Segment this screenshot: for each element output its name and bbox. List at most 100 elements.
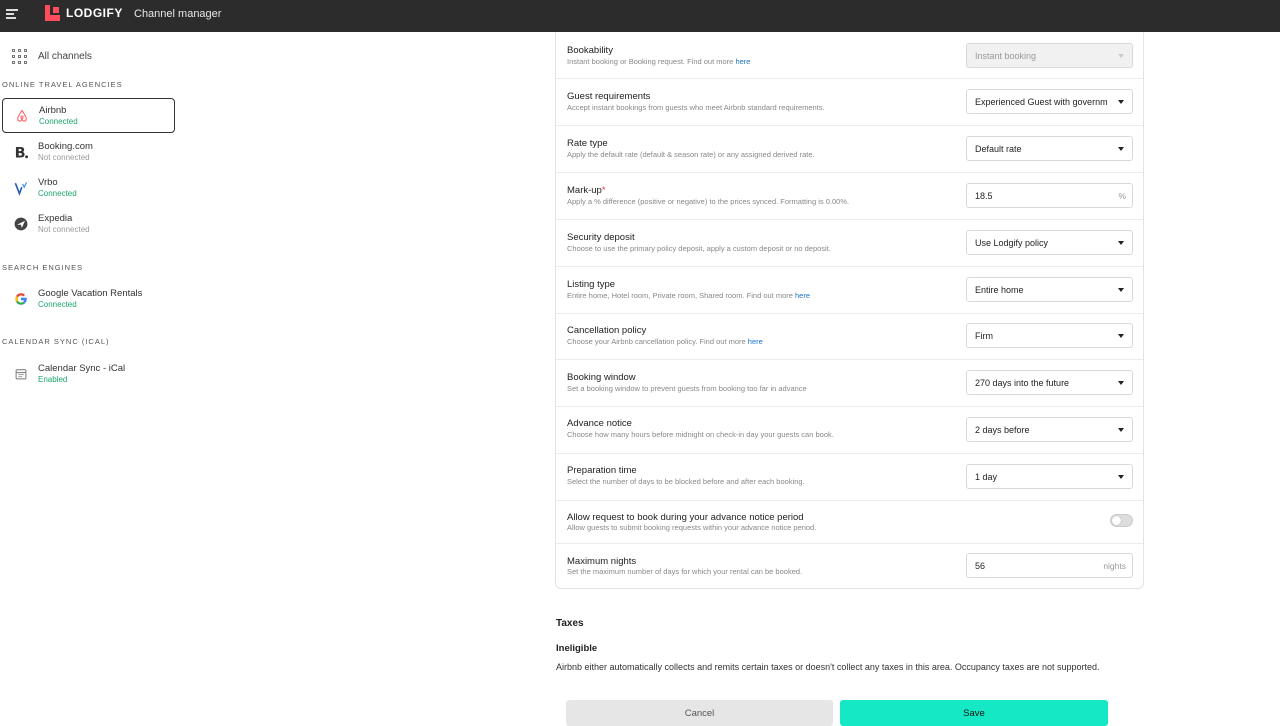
select-value: Firm xyxy=(975,330,993,341)
calendar-icon xyxy=(11,364,31,384)
page-title: Channel manager xyxy=(134,8,222,20)
required-mark: * xyxy=(601,185,606,196)
allow-request-toggle[interactable] xyxy=(1110,514,1133,527)
find-out-more-link[interactable]: here xyxy=(735,57,750,66)
channel-status: Connected xyxy=(39,116,78,126)
setting-description: Apply the default rate (default & season… xyxy=(567,150,815,159)
airbnb-icon xyxy=(12,106,32,126)
sidebar-item-expedia[interactable]: Expedia Not connected xyxy=(2,206,175,241)
chevron-down-icon xyxy=(1118,288,1124,292)
section-title-search: SEARCH ENGINES xyxy=(2,263,84,272)
setting-row-allow-request: Allow request to book during your advanc… xyxy=(556,501,1143,544)
setting-description: Choose how many hours before midnight on… xyxy=(567,430,834,439)
select-value: 270 days into the future xyxy=(975,377,1070,388)
setting-title: Allow request to book during your advanc… xyxy=(567,512,804,523)
chevron-down-icon xyxy=(1118,428,1124,432)
listing-type-select[interactable]: Entire home xyxy=(966,277,1133,302)
chevron-down-icon xyxy=(1118,334,1124,338)
setting-description: Select the number of days to be blocked … xyxy=(567,477,805,486)
nights-suffix: nights xyxy=(1103,561,1126,571)
select-value: Default rate xyxy=(975,143,1022,154)
channel-status: Not connected xyxy=(38,152,90,162)
taxes-heading: Taxes xyxy=(556,618,584,629)
chevron-down-icon xyxy=(1118,100,1124,104)
top-bar: LODGIFY Channel manager xyxy=(0,0,1280,32)
channel-status: Connected xyxy=(38,188,77,198)
chevron-down-icon xyxy=(1118,475,1124,479)
sidebar-item-airbnb[interactable]: Airbnb Connected xyxy=(2,98,175,133)
taxes-description: Airbnb either automatically collects and… xyxy=(556,662,1100,672)
advance-notice-select[interactable]: 2 days before xyxy=(966,417,1133,442)
select-value: Instant booking xyxy=(975,50,1037,61)
sidebar-item-ical[interactable]: Calendar Sync - iCal Enabled xyxy=(2,356,175,391)
chevron-down-icon xyxy=(1118,381,1124,385)
setting-title: Rate type xyxy=(567,138,608,149)
section-title-ical: CALENDAR SYNC (ICAL) xyxy=(2,337,110,346)
mark-up-input[interactable]: 18.5% xyxy=(966,183,1133,208)
brand-name: LODGIFY xyxy=(66,6,123,20)
vrbo-icon xyxy=(11,178,31,198)
sidebar-item-vrbo[interactable]: Vrbo Connected xyxy=(2,170,175,205)
settings-card: Bookability Instant booking or Booking r… xyxy=(555,32,1144,589)
find-out-more-link[interactable]: here xyxy=(748,337,763,346)
menu-icon[interactable] xyxy=(6,9,18,21)
setting-description: Entire home, Hotel room, Private room, S… xyxy=(567,291,796,300)
setting-description: Choose to use the primary policy deposit… xyxy=(567,244,831,253)
booking-window-select[interactable]: 270 days into the future xyxy=(966,370,1133,395)
channel-name: Calendar Sync - iCal xyxy=(38,362,126,374)
setting-row-mark-up: Mark-up* Apply a % difference (positive … xyxy=(556,173,1143,220)
all-channels-link[interactable]: All channels xyxy=(12,49,92,64)
chevron-down-icon xyxy=(1118,147,1124,151)
maximum-nights-input[interactable]: 56 nights xyxy=(966,553,1133,578)
select-value: 2 days before xyxy=(975,424,1030,435)
expedia-icon xyxy=(11,214,31,234)
select-value: Entire home xyxy=(975,284,1024,295)
percent-suffix: % xyxy=(1118,191,1126,201)
select-value: 1 day xyxy=(975,471,998,482)
sidebar-item-google[interactable]: Google Vacation Rentals Connected xyxy=(2,281,175,316)
select-value: Experienced Guest with governm xyxy=(975,96,1108,107)
setting-row-guest-requirements: Guest requirements Accept instant bookin… xyxy=(556,79,1143,126)
chevron-down-icon xyxy=(1118,54,1124,58)
setting-row-bookability: Bookability Instant booking or Booking r… xyxy=(556,32,1143,79)
channel-status: Connected xyxy=(38,299,77,309)
setting-row-advance-notice: Advance notice Choose how many hours bef… xyxy=(556,407,1143,454)
booking-icon: B xyxy=(11,142,31,162)
cancellation-policy-select[interactable]: Firm xyxy=(966,323,1133,348)
google-icon xyxy=(11,289,31,309)
channel-name: Booking.com xyxy=(38,140,93,152)
input-value: 18.5 xyxy=(975,190,993,201)
setting-description: Set a booking window to prevent guests f… xyxy=(567,384,807,393)
setting-title: Maximum nights xyxy=(567,556,637,567)
save-button[interactable]: Save xyxy=(840,700,1108,726)
sidebar-item-booking[interactable]: B Booking.com Not connected xyxy=(2,134,175,169)
setting-row-cancellation-policy: Cancellation policy Choose your Airbnb c… xyxy=(556,314,1143,360)
setting-title: Advance notice xyxy=(567,418,632,429)
setting-description: Choose your Airbnb cancellation policy. … xyxy=(567,337,748,346)
cancel-button[interactable]: Cancel xyxy=(566,700,833,726)
setting-row-preparation-time: Preparation time Select the number of da… xyxy=(556,454,1143,501)
lodgify-logo[interactable]: LODGIFY xyxy=(45,5,123,21)
find-out-more-link[interactable]: here xyxy=(795,291,810,300)
all-channels-label: All channels xyxy=(38,51,92,62)
setting-description: Accept instant bookings from guests who … xyxy=(567,103,825,112)
setting-title: Preparation time xyxy=(567,465,637,476)
setting-title: Guest requirements xyxy=(567,91,651,102)
input-value: 56 xyxy=(975,560,986,571)
rate-type-select[interactable]: Default rate xyxy=(966,136,1133,161)
setting-row-maximum-nights: Maximum nights Set the maximum number of… xyxy=(556,544,1143,589)
setting-description: Instant booking or Booking request. Find… xyxy=(567,57,736,66)
select-value: Use Lodgify policy xyxy=(975,237,1049,248)
setting-title: Listing type xyxy=(567,279,616,290)
bookability-select[interactable]: Instant booking xyxy=(966,43,1133,68)
sidebar: All channels ONLINE TRAVEL AGENCIES Airb… xyxy=(0,32,200,720)
preparation-time-select[interactable]: 1 day xyxy=(966,464,1133,489)
setting-title: Booking window xyxy=(567,372,636,383)
section-title-ota: ONLINE TRAVEL AGENCIES xyxy=(2,80,123,89)
channel-status: Enabled xyxy=(38,374,68,384)
svg-text:B: B xyxy=(15,145,26,159)
setting-description: Set the maximum number of days for which… xyxy=(567,567,803,576)
security-deposit-select[interactable]: Use Lodgify policy xyxy=(966,230,1133,255)
channel-status: Not connected xyxy=(38,224,90,234)
guest-requirements-select[interactable]: Experienced Guest with governm xyxy=(966,89,1133,114)
